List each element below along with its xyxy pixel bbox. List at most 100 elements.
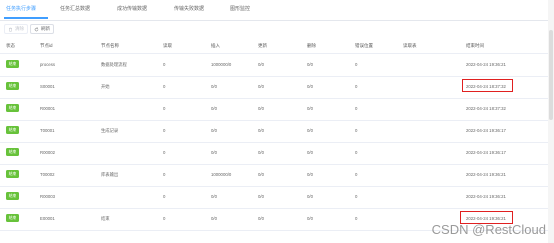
col-status: 状态 — [6, 43, 15, 48]
status-badge: 结束 — [6, 82, 19, 90]
delete-count: 0/0 — [307, 128, 313, 133]
update-count: 0/0 — [258, 84, 264, 89]
insert-count: 0/0 — [211, 194, 217, 199]
node-name: 数据处理流程 — [101, 62, 127, 67]
status-badge: 结束 — [6, 148, 19, 156]
read-count: 0 — [163, 172, 166, 177]
error-position: 0 — [355, 150, 358, 155]
tab-failed-data[interactable]: 传输失败数据 — [174, 5, 204, 12]
tab-task-steps[interactable]: 任务执行步骤 — [6, 5, 36, 12]
node-name: 结束 — [101, 216, 110, 221]
tab-success-data[interactable]: 成功传输数据 — [117, 5, 147, 12]
status-badge: 结束 — [6, 192, 19, 200]
end-time: 2022-04-24 19:36:17 — [466, 150, 506, 155]
status-badge: 结束 — [6, 214, 19, 222]
node-name: 库表输出 — [101, 172, 119, 177]
insert-count: 1000000/0 — [211, 62, 232, 67]
update-count: 0/0 — [258, 106, 264, 111]
error-position: 0 — [355, 194, 358, 199]
insert-count: 0/0 — [211, 128, 217, 133]
col-node-id: 节点id — [40, 43, 53, 48]
trash-icon — [9, 27, 12, 32]
delete-count: 0/0 — [307, 194, 313, 199]
delete-count: 0/0 — [307, 216, 313, 221]
node-id: S00001 — [40, 84, 55, 89]
table-row[interactable]: 结束 R00003 0 0/0 0/0 0/0 0 2022-04-24 19:… — [0, 186, 548, 209]
read-count: 0 — [163, 62, 166, 67]
table-header: 状态 节点id 节点名称 读取 插入 更新 删除 错误位置 读取表 结束时间 — [0, 38, 548, 54]
table-row[interactable]: 结束 process 数据处理流程 0 1000000/0 0/0 0/0 0 … — [0, 54, 548, 77]
table-row[interactable]: 结束 R00001 0 0/0 0/0 0/0 0 2022-04-24 18:… — [0, 98, 548, 121]
col-node-name: 节点名称 — [101, 43, 119, 48]
node-id: R00002 — [40, 150, 56, 155]
tab-graph-monitor[interactable]: 图形监控 — [230, 5, 250, 12]
col-error-position: 错误位置 — [355, 43, 373, 48]
delete-count: 0/0 — [307, 62, 313, 67]
read-count: 0 — [163, 216, 166, 221]
end-time: 2022-04-24 19:36:21 — [466, 62, 506, 67]
update-count: 0/0 — [258, 150, 264, 155]
delete-count: 0/0 — [307, 106, 313, 111]
node-id: R00003 — [40, 194, 56, 199]
update-count: 0/0 — [258, 172, 264, 177]
node-id: process — [40, 62, 56, 67]
col-end-time: 结束时间 — [466, 43, 484, 48]
update-count: 0/0 — [258, 216, 264, 221]
read-count: 0 — [163, 106, 166, 111]
clear-button-label: 清除 — [15, 26, 24, 31]
node-id: T00002 — [40, 172, 55, 177]
node-id: E00001 — [40, 216, 55, 221]
table-row[interactable]: 结束 T00001 生成记录 0 0/0 0/0 0/0 0 2022-04-2… — [0, 120, 548, 143]
watermark: CSDN @RestCloud — [431, 222, 546, 237]
clear-button[interactable]: 清除 — [4, 24, 28, 34]
end-time: 2022-04-24 19:36:21 — [466, 172, 506, 177]
table-row[interactable]: 结束 R00002 0 0/0 0/0 0/0 0 2022-04-24 19:… — [0, 142, 548, 165]
refresh-button[interactable]: 刷新 — [30, 24, 54, 34]
col-insert: 插入 — [211, 43, 220, 48]
update-count: 0/0 — [258, 62, 264, 67]
read-count: 0 — [163, 128, 166, 133]
tab-bar: 任务执行步骤 任务汇总数据 成功传输数据 传输失败数据 图形监控 — [0, 0, 554, 21]
node-id: R00001 — [40, 106, 56, 111]
insert-count: 0/0 — [211, 106, 217, 111]
insert-count: 0/0 — [211, 84, 217, 89]
end-time: 2022-04-24 18:37:32 — [466, 106, 506, 111]
node-name: 开始 — [101, 84, 110, 89]
table-row[interactable]: 结束 S00001 开始 0 0/0 0/0 0/0 0 2022-04-24 … — [0, 76, 548, 99]
delete-count: 0/0 — [307, 150, 313, 155]
update-count: 0/0 — [258, 128, 264, 133]
highlight-box-start-time — [462, 79, 513, 92]
vertical-scrollbar[interactable] — [548, 0, 554, 243]
node-id: T00001 — [40, 128, 55, 133]
error-position: 0 — [355, 84, 358, 89]
node-name: 生成记录 — [101, 128, 119, 133]
error-position: 0 — [355, 106, 358, 111]
delete-count: 0/0 — [307, 172, 313, 177]
scrollbar-thumb[interactable] — [549, 30, 553, 120]
end-time: 2022-04-24 19:36:17 — [466, 128, 506, 133]
read-count: 0 — [163, 194, 166, 199]
error-position: 0 — [355, 62, 358, 67]
read-count: 0 — [163, 84, 166, 89]
active-tab-indicator — [4, 17, 48, 19]
status-badge: 结束 — [6, 60, 19, 68]
table-row[interactable]: 结束 T00002 库表输出 0 1000000/0 0/0 0/0 0 202… — [0, 164, 548, 187]
status-badge: 结束 — [6, 126, 19, 134]
refresh-button-label: 刷新 — [41, 26, 50, 31]
col-read-table: 读取表 — [403, 43, 417, 48]
error-position: 0 — [355, 216, 358, 221]
insert-count: 1000000/0 — [211, 172, 232, 177]
status-badge: 结束 — [6, 104, 19, 112]
col-update: 更新 — [258, 43, 267, 48]
insert-count: 0/0 — [211, 216, 217, 221]
error-position: 0 — [355, 172, 358, 177]
col-delete: 删除 — [307, 43, 316, 48]
status-badge: 结束 — [6, 170, 19, 178]
refresh-icon — [34, 27, 39, 31]
update-count: 0/0 — [258, 194, 264, 199]
error-position: 0 — [355, 128, 358, 133]
insert-count: 0/0 — [211, 150, 217, 155]
delete-count: 0/0 — [307, 84, 313, 89]
read-count: 0 — [163, 150, 166, 155]
tab-task-summary[interactable]: 任务汇总数据 — [60, 5, 90, 12]
